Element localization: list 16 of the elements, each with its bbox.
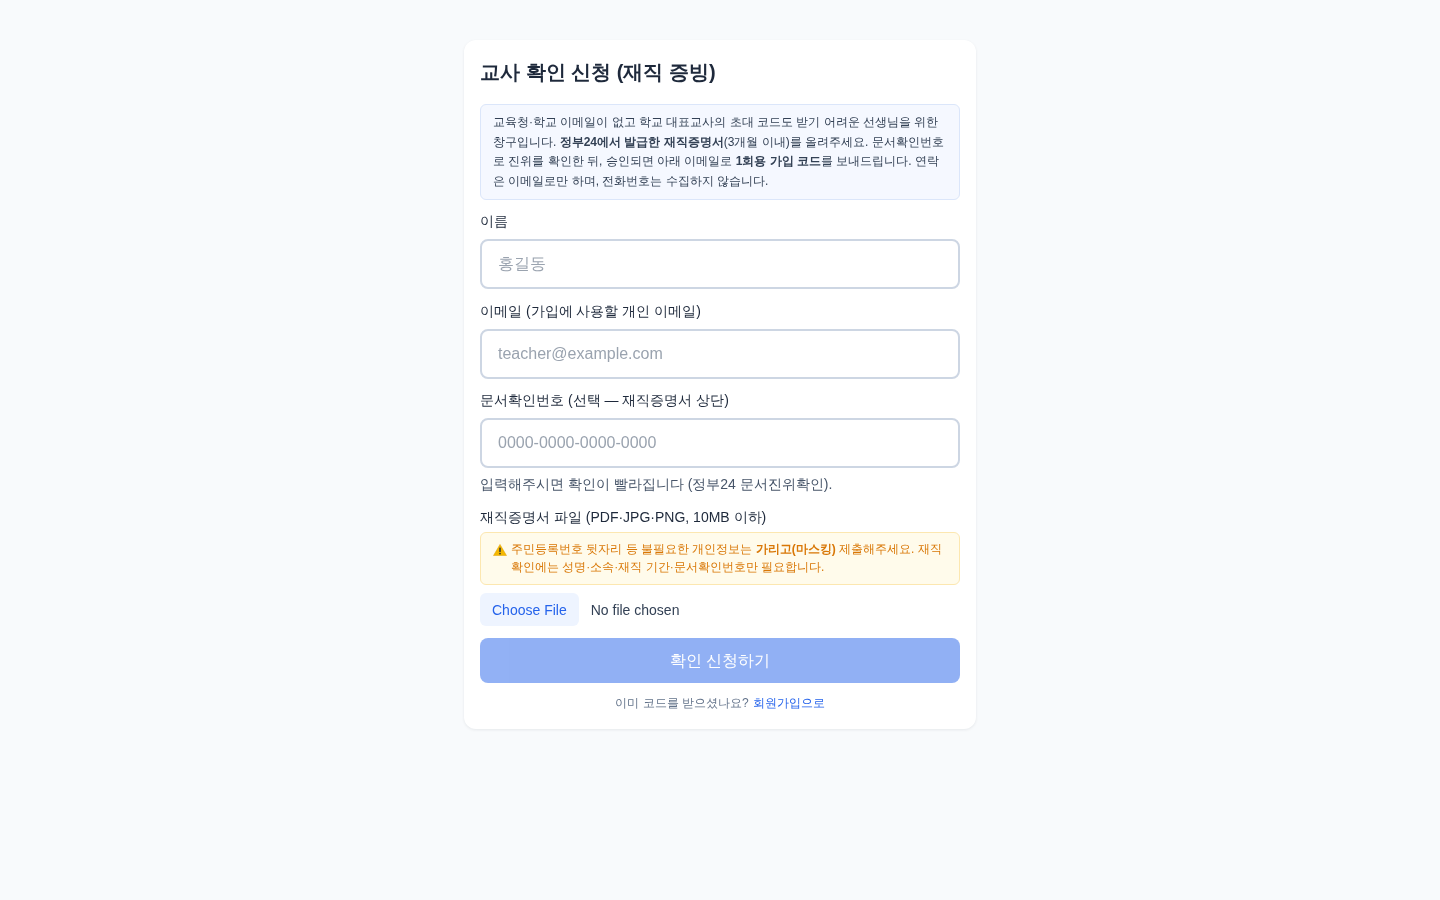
signup-link[interactable]: 회원가입으로 bbox=[752, 693, 825, 713]
file-status: No file chosen bbox=[590, 600, 680, 620]
field-hint: 입력해주시면 확인이 빨라집니다 (정부24 문서진위확인). bbox=[480, 475, 833, 494]
text-field[interactable]: 홍길동 bbox=[480, 239, 960, 289]
text-field[interactable]: 0000-0000-0000-0000 bbox=[480, 418, 960, 468]
form-title: 교사 확인 신청 (재직 증빙) bbox=[480, 60, 716, 85]
field-label: 이메일 (가입에 사용할 개인 이메일) bbox=[480, 302, 701, 321]
text-field[interactable]: teacher@example.com bbox=[480, 329, 960, 379]
field-label: 재직증명서 파일 (PDF·JPG·PNG, 10MB 이하) bbox=[480, 508, 767, 527]
info-notice: 교육청·학교 이메일이 없고 학교 대표교사의 초대 코드도 받기 어려운 선생님을 위한 창구입니다. 정부24에서 발급한 재직증명서(3개월 이내)를 올려주세요. 문서확인번호로 진위를 확인한 뒤, 승인되면 아래 이메일로 1회용 가입 코드를 보내드립니다. 연락은 이메일로만 하며, 전화번호는 수집하지 않습니다. bbox=[480, 104, 960, 200]
warning-text: 주민등록번호 뒷자리 등 불필요한 개인정보는 가리고(마스킹) 제출해주세요. 재직 확인에는 성명·소속·재직 기간·문서확인번호만 필요합니다. bbox=[511, 541, 943, 576]
field-label: 이름 bbox=[480, 212, 508, 231]
footer-text: 이미 코드를 받으셨나요? bbox=[615, 695, 749, 712]
warning-icon bbox=[493, 544, 507, 556]
field-label: 문서확인번호 (선택 — 재직증명서 상단) bbox=[480, 391, 729, 410]
choose-file-button[interactable]: Choose File bbox=[480, 593, 579, 626]
